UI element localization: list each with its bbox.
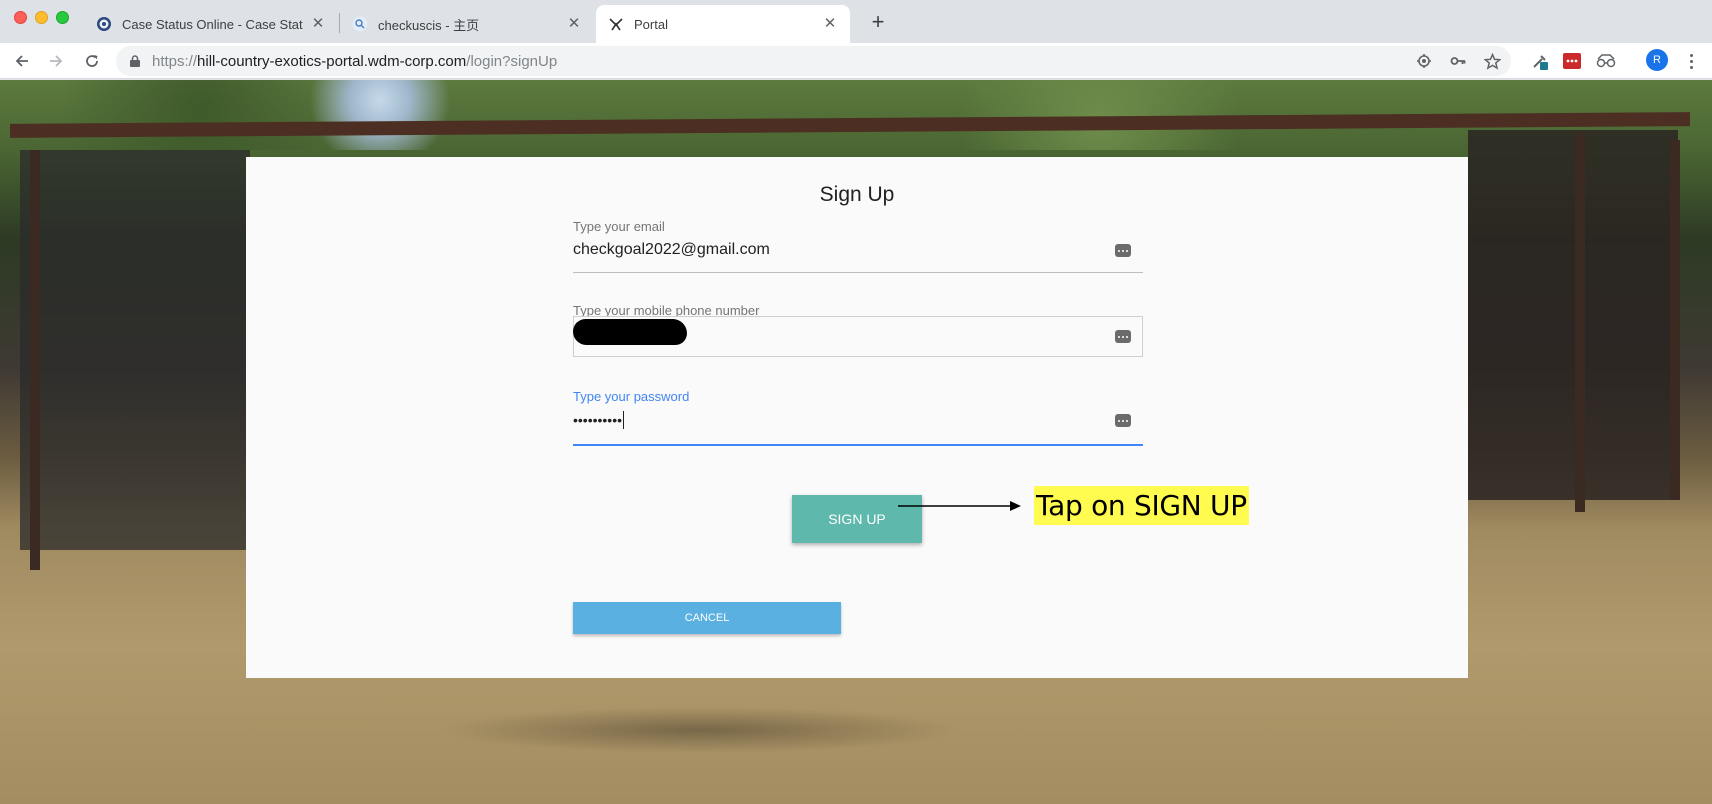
autofill-dots-icon[interactable] bbox=[1115, 244, 1131, 257]
browser-tab-strip: Case Status Online - Case Stat ✕ checkus… bbox=[0, 0, 1712, 43]
window-minimize-button[interactable] bbox=[35, 11, 48, 24]
reload-button[interactable] bbox=[80, 49, 104, 73]
tab-close-icon[interactable]: ✕ bbox=[566, 16, 582, 32]
autofill-dots-icon[interactable] bbox=[1115, 414, 1131, 427]
browser-toolbar: https://hill-country-exotics-portal.wdm-… bbox=[0, 43, 1712, 79]
window-zoom-button[interactable] bbox=[56, 11, 69, 24]
eyedropper-extension-icon[interactable] bbox=[1530, 51, 1550, 71]
password-field[interactable]: Type your password •••••••••• bbox=[573, 389, 1143, 446]
annotation-arrow-icon bbox=[898, 501, 1021, 511]
browser-menu-icon[interactable] bbox=[1684, 49, 1698, 73]
arrow-right-icon bbox=[50, 55, 63, 67]
password-manager-extension-icon[interactable] bbox=[1562, 51, 1582, 71]
tab-case-status[interactable]: Case Status Online - Case Stat ✕ bbox=[84, 5, 338, 43]
tab-title: Case Status Online - Case Stat bbox=[122, 16, 303, 32]
fence-rail bbox=[10, 112, 1690, 138]
url-scheme: https:// bbox=[152, 53, 198, 70]
tab-title: Portal bbox=[634, 16, 668, 32]
url-host: hill-country-exotics-portal.wdm-corp.com bbox=[197, 53, 467, 70]
fence-post bbox=[1670, 140, 1680, 500]
fence-post bbox=[30, 150, 40, 570]
search-magnifier-icon bbox=[352, 16, 368, 32]
portal-logo-icon bbox=[609, 17, 623, 31]
tab-close-icon[interactable]: ✕ bbox=[822, 16, 838, 32]
url-text: https://hill-country-exotics-portal.wdm-… bbox=[152, 53, 557, 70]
password-input-value[interactable]: •••••••••• bbox=[573, 411, 625, 429]
fence-panel bbox=[1468, 130, 1678, 500]
fence-panel bbox=[20, 150, 250, 550]
lock-icon bbox=[130, 55, 140, 67]
email-field[interactable]: Type your email checkgoal2022@gmail.com bbox=[573, 219, 1143, 273]
profile-avatar[interactable]: R bbox=[1646, 49, 1668, 71]
reload-icon bbox=[86, 55, 98, 67]
location-icon[interactable] bbox=[1414, 51, 1434, 71]
window-close-button[interactable] bbox=[14, 11, 27, 24]
uscis-seal-icon bbox=[97, 17, 111, 31]
autofill-dots-icon[interactable] bbox=[1115, 330, 1131, 343]
email-label: Type your email bbox=[573, 219, 665, 234]
cancel-button[interactable]: CANCEL bbox=[573, 602, 841, 634]
back-button[interactable] bbox=[10, 49, 34, 73]
tab-portal[interactable]: Portal ✕ bbox=[596, 5, 850, 43]
password-label: Type your password bbox=[573, 389, 690, 404]
address-bar[interactable]: https://hill-country-exotics-portal.wdm-… bbox=[116, 46, 1511, 76]
email-input-value[interactable]: checkgoal2022@gmail.com bbox=[573, 241, 770, 259]
new-tab-button[interactable]: + bbox=[864, 9, 892, 37]
redaction-mark bbox=[573, 319, 687, 345]
tab-close-icon[interactable]: ✕ bbox=[310, 16, 326, 32]
arrow-left-icon bbox=[15, 55, 28, 67]
phone-field[interactable]: Type your mobile phone number bbox=[573, 303, 1143, 359]
tab-title: checkuscis - 主页 bbox=[378, 17, 480, 33]
fence-post bbox=[1575, 132, 1585, 512]
tap-instruction-callout: Tap on SIGN UP bbox=[1034, 486, 1249, 525]
incognito-glasses-icon[interactable] bbox=[1596, 51, 1616, 71]
key-icon[interactable] bbox=[1448, 51, 1468, 71]
url-path: /login?signUp bbox=[466, 53, 558, 70]
page-title: Sign Up bbox=[819, 183, 895, 206]
signup-card: Sign Up Type your email checkgoal2022@gm… bbox=[246, 157, 1468, 678]
bookmark-star-icon[interactable] bbox=[1482, 51, 1502, 71]
tab-checkuscis[interactable]: checkuscis - 主页 ✕ bbox=[340, 5, 594, 43]
text-caret bbox=[623, 411, 625, 429]
forward-button[interactable] bbox=[44, 49, 68, 73]
password-masked-text: •••••••••• bbox=[573, 412, 623, 428]
